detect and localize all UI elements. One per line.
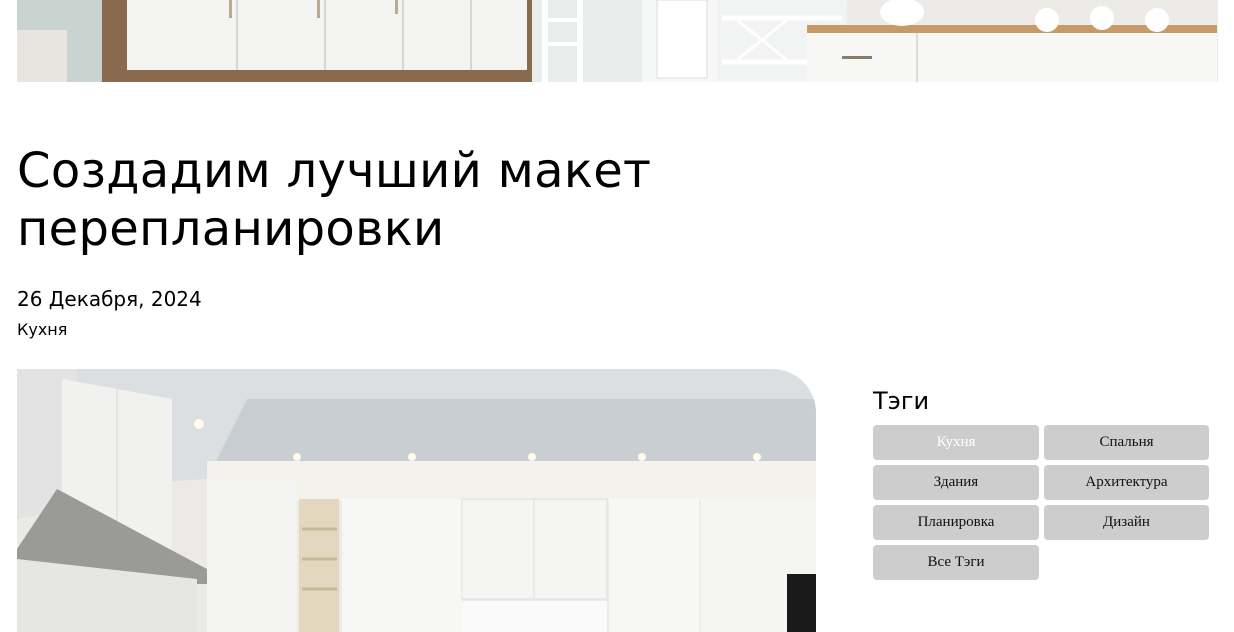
tag-design[interactable]: Дизайн [1044,505,1209,540]
article-date: 26 Декабря, 2024 [17,287,202,311]
tag-all-tags[interactable]: Все Тэги [873,545,1039,580]
article-image [17,369,816,632]
tags-heading: Тэги [873,387,930,415]
tags-list: Кухня Спальня Здания Архитектура Планиро… [873,425,1209,580]
tag-bedroom[interactable]: Спальня [1044,425,1209,460]
tag-buildings[interactable]: Здания [873,465,1039,500]
tag-kitchen[interactable]: Кухня [873,425,1039,460]
article-title: Создадим лучший макет перепланировки [17,143,652,257]
tag-layout[interactable]: Планировка [873,505,1039,540]
article-category[interactable]: Кухня [17,320,67,340]
tag-architecture[interactable]: Архитектура [1044,465,1209,500]
hero-image [17,0,1218,82]
